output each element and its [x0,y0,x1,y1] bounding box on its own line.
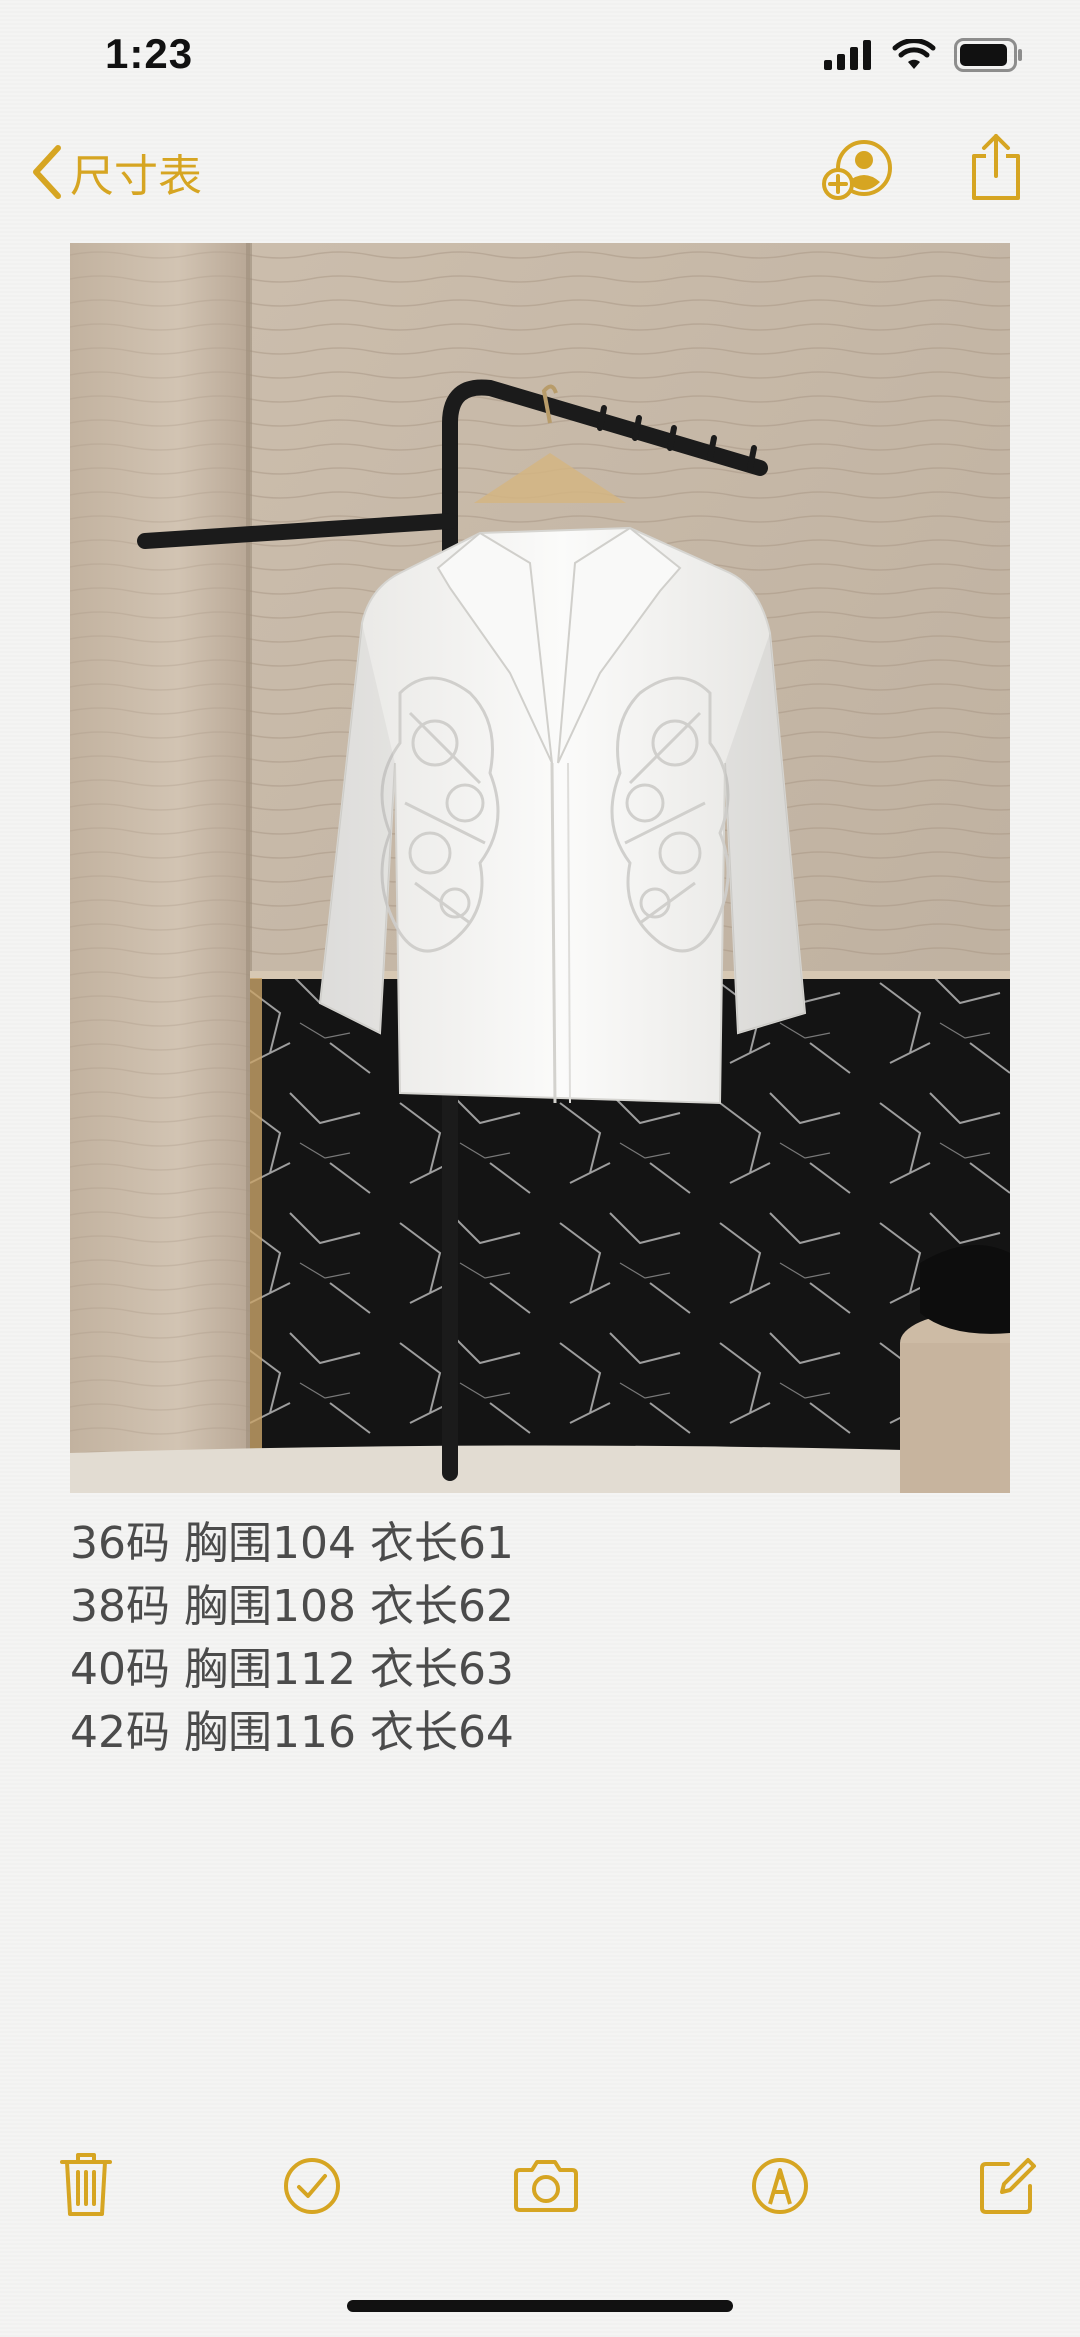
status-icons [824,38,1024,72]
back-label: 尺寸表 [70,151,202,202]
chevron-left-icon [33,145,61,199]
cellular-signal-icon [824,40,871,70]
compose-icon[interactable] [978,2154,1038,2216]
photo-illustration [70,243,1010,1493]
share-icon[interactable] [966,132,1026,202]
bottom-toolbar [0,2150,1080,2230]
size-line-40: 40码 胸围112 衣长63 [70,1644,514,1695]
home-indicator[interactable] [347,2300,733,2312]
battery-icon [954,38,1022,72]
note-body[interactable]: 36码 胸围104 衣长61 38码 胸围108 衣长62 40码 胸围112 … [70,1512,1010,1764]
trash-icon[interactable] [58,2150,114,2220]
nav-bar: 尺寸表 [0,130,1080,210]
size-line-36: 36码 胸围104 衣长61 [70,1518,514,1569]
white-lace-blouse-photo[interactable] [70,243,1010,1493]
checklist-icon[interactable] [282,2156,342,2216]
size-line-38: 38码 胸围108 衣长62 [70,1581,514,1632]
notes-screen: 1:23 尺寸表 36码 胸围104 衣长61 38码 胸围108 衣长62 4… [0,0,1080,2337]
size-line-42: 42码 胸围116 衣长64 [70,1707,514,1758]
wifi-icon [892,39,936,69]
status-bar: 1:23 [0,0,1080,110]
markup-pen-icon[interactable] [750,2156,810,2216]
status-time: 1:23 [105,30,194,77]
back-button[interactable]: 尺寸表 [30,140,202,204]
add-person-icon[interactable] [820,138,896,202]
camera-icon[interactable] [512,2158,580,2214]
